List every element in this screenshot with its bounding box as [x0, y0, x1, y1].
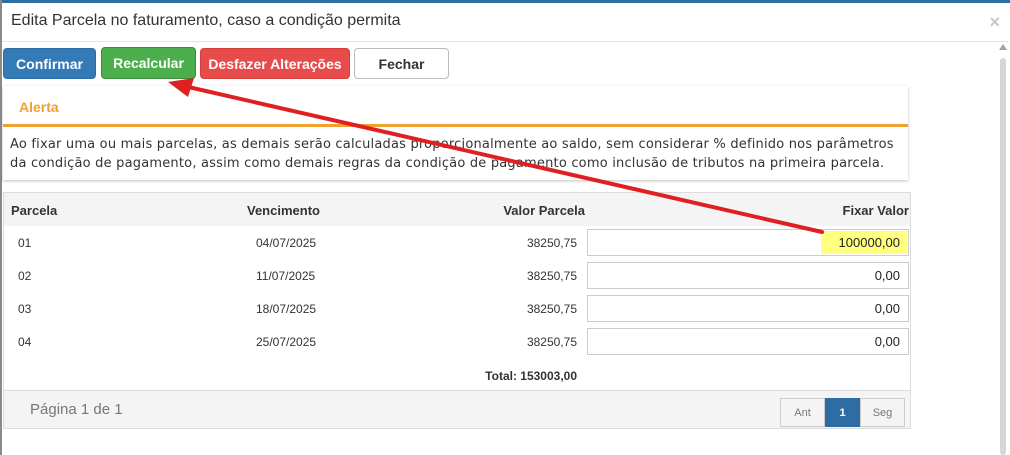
annotation-arrow-line [182, 84, 824, 234]
annotation-arrow-head [168, 78, 194, 97]
annotation-arrow [168, 78, 824, 234]
